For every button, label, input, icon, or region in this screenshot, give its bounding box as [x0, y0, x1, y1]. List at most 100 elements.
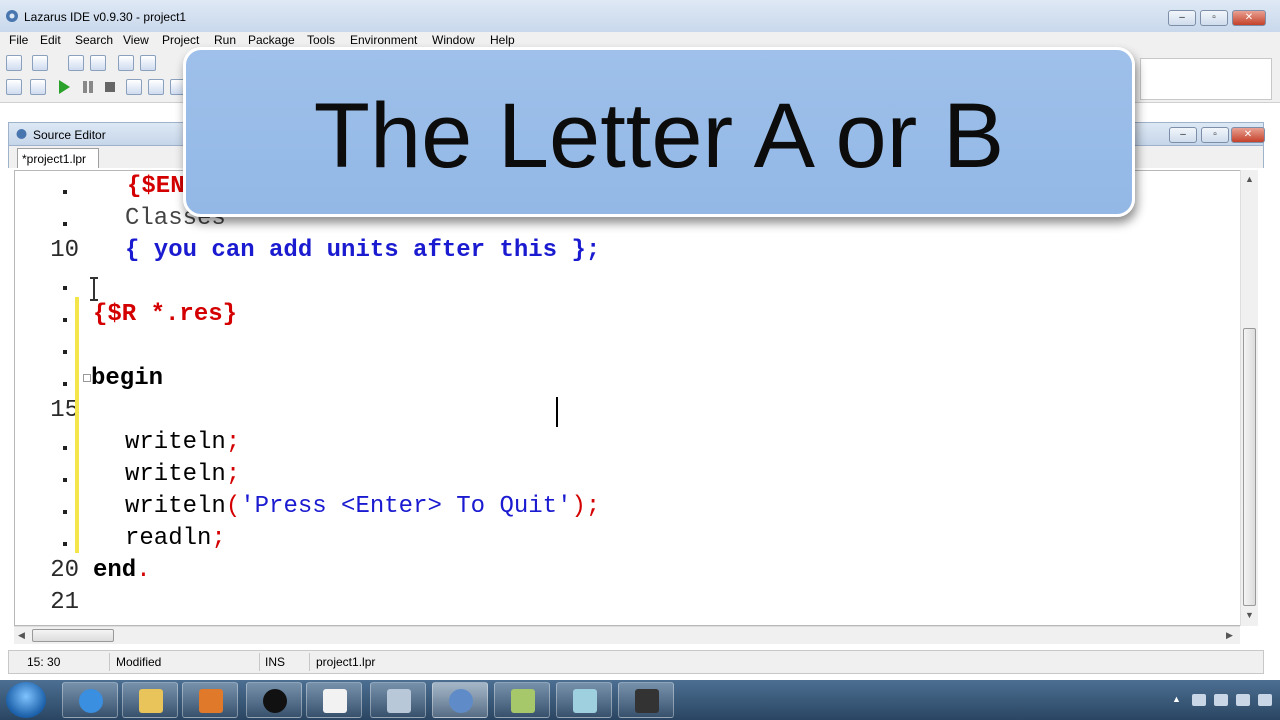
- scroll-down-icon[interactable]: ▼: [1245, 610, 1254, 620]
- code-line-17: writeln;: [125, 461, 240, 488]
- maximize-button[interactable]: ▫: [1200, 10, 1228, 26]
- power-icon[interactable]: [1214, 694, 1228, 706]
- identifier-token: writeln: [125, 461, 226, 488]
- line-number: 10: [50, 237, 79, 264]
- scroll-right-icon[interactable]: ▶: [1226, 630, 1233, 641]
- view-units-icon[interactable]: [6, 79, 22, 95]
- banner-text: The Letter A or B: [313, 85, 1005, 187]
- internet-explorer-icon[interactable]: [62, 682, 118, 718]
- open-icon[interactable]: [32, 55, 48, 71]
- notes-icon[interactable]: [494, 682, 550, 718]
- menu-view[interactable]: View: [123, 33, 149, 47]
- gutter-dot: [63, 478, 67, 482]
- status-divider: [259, 653, 260, 671]
- menu-help[interactable]: Help: [490, 33, 515, 47]
- line-number: 21: [50, 589, 79, 616]
- lazarus-app-icon: [6, 10, 18, 22]
- minimize-button[interactable]: –: [1168, 10, 1196, 26]
- taskbar: ▲: [0, 680, 1280, 720]
- identifier-token: writeln: [125, 429, 226, 456]
- code-line-12: {$R *.res}: [93, 301, 237, 328]
- fold-marker-icon[interactable]: [83, 374, 91, 382]
- gutter-dot: [63, 350, 67, 354]
- code-editor[interactable]: 10 15 20 21 {$EN Classes { you can add u…: [14, 170, 1258, 626]
- horizontal-scroll-thumb[interactable]: [32, 629, 114, 642]
- code-line-8: {$EN: [127, 173, 185, 200]
- menu-run[interactable]: Run: [214, 33, 236, 47]
- action-center-icon[interactable]: [1192, 694, 1206, 706]
- run-icon[interactable]: [56, 79, 72, 95]
- title-banner: The Letter A or B: [183, 47, 1135, 217]
- new-form-icon[interactable]: [118, 55, 134, 71]
- step-into-icon[interactable]: [126, 79, 142, 95]
- menu-project[interactable]: Project: [162, 33, 199, 47]
- device-icon[interactable]: [618, 682, 674, 718]
- identifier-token: writeln: [125, 493, 226, 520]
- code-line-14: begin: [91, 365, 163, 392]
- horizontal-scrollbar[interactable]: ◀ ▶: [14, 626, 1240, 644]
- tab-project1[interactable]: *project1.lpr: [17, 148, 99, 168]
- code-line-16: writeln;: [125, 429, 240, 456]
- volume-icon[interactable]: [1258, 694, 1272, 706]
- identifier-token: readln: [125, 525, 212, 552]
- menu-edit[interactable]: Edit: [40, 33, 61, 47]
- network-icon[interactable]: [1236, 694, 1250, 706]
- symbol-token: ;: [225, 461, 241, 488]
- step-over-icon[interactable]: [148, 79, 164, 95]
- code-line-19: readln;: [125, 525, 226, 552]
- vertical-scrollbar[interactable]: ▲ ▼: [1240, 170, 1258, 626]
- paper-icon[interactable]: [556, 682, 612, 718]
- toggle-form-icon[interactable]: [140, 55, 156, 71]
- menu-search[interactable]: Search: [75, 33, 113, 47]
- menu-tools[interactable]: Tools: [307, 33, 335, 47]
- editor-close-button[interactable]: ✕: [1231, 127, 1265, 143]
- symbol-token: );: [571, 493, 601, 520]
- file-explorer-icon[interactable]: [122, 682, 178, 718]
- editor-minimize-button[interactable]: –: [1169, 127, 1197, 143]
- close-button[interactable]: ✕: [1232, 10, 1266, 26]
- gutter-dot: [63, 446, 67, 450]
- calculator-icon[interactable]: [370, 682, 426, 718]
- scroll-up-icon[interactable]: ▲: [1245, 174, 1254, 184]
- save-icon[interactable]: [68, 55, 84, 71]
- comment-token: { you can add units after this };: [125, 237, 601, 264]
- media-player-icon[interactable]: [182, 682, 238, 718]
- lazarus-icon[interactable]: [432, 682, 488, 718]
- vertical-scroll-thumb[interactable]: [1243, 328, 1256, 606]
- menu-window[interactable]: Window: [432, 33, 475, 47]
- code-line-18: writeln('Press <Enter> To Quit');: [125, 493, 600, 520]
- modified-lines-bar: [75, 297, 79, 553]
- new-unit-icon[interactable]: [6, 55, 22, 71]
- save-all-icon[interactable]: [90, 55, 106, 71]
- menu-package[interactable]: Package: [248, 33, 295, 47]
- pause-icon[interactable]: [80, 79, 96, 95]
- line-number: 20: [50, 557, 79, 584]
- gutter-dot: [63, 190, 67, 194]
- gutter-dot: [63, 222, 67, 226]
- menu-file[interactable]: File: [9, 33, 28, 47]
- menu-environment[interactable]: Environment: [350, 33, 417, 47]
- modified-status: Modified: [116, 655, 162, 669]
- symbol-token: ;: [225, 429, 241, 456]
- line-number: 15: [50, 397, 79, 424]
- code-line-10: { you can add units after this };: [125, 237, 600, 264]
- show-hidden-icons-icon[interactable]: ▲: [1172, 694, 1181, 704]
- start-button[interactable]: [6, 682, 46, 718]
- gutter-dot: [63, 318, 67, 322]
- symbol-token: ;: [211, 525, 226, 552]
- stop-icon[interactable]: [102, 79, 118, 95]
- string-token: 'Press <Enter> To Quit': [240, 493, 572, 520]
- pdf-icon[interactable]: [306, 682, 362, 718]
- window-title: Lazarus IDE v0.9.30 - project1: [24, 10, 187, 24]
- editor-maximize-button[interactable]: ▫: [1201, 127, 1229, 143]
- directive-token: {$EN: [127, 173, 185, 200]
- source-editor-icon: [16, 129, 27, 139]
- scroll-left-icon[interactable]: ◀: [18, 630, 25, 641]
- status-divider: [109, 653, 110, 671]
- cursor-position: 15: 30: [27, 655, 61, 669]
- view-forms-icon[interactable]: [30, 79, 46, 95]
- source-editor-title: Source Editor: [33, 128, 106, 142]
- hp-icon[interactable]: [246, 682, 302, 718]
- component-palette[interactable]: [1140, 58, 1272, 100]
- directive-token: {$R *.res}: [93, 301, 238, 328]
